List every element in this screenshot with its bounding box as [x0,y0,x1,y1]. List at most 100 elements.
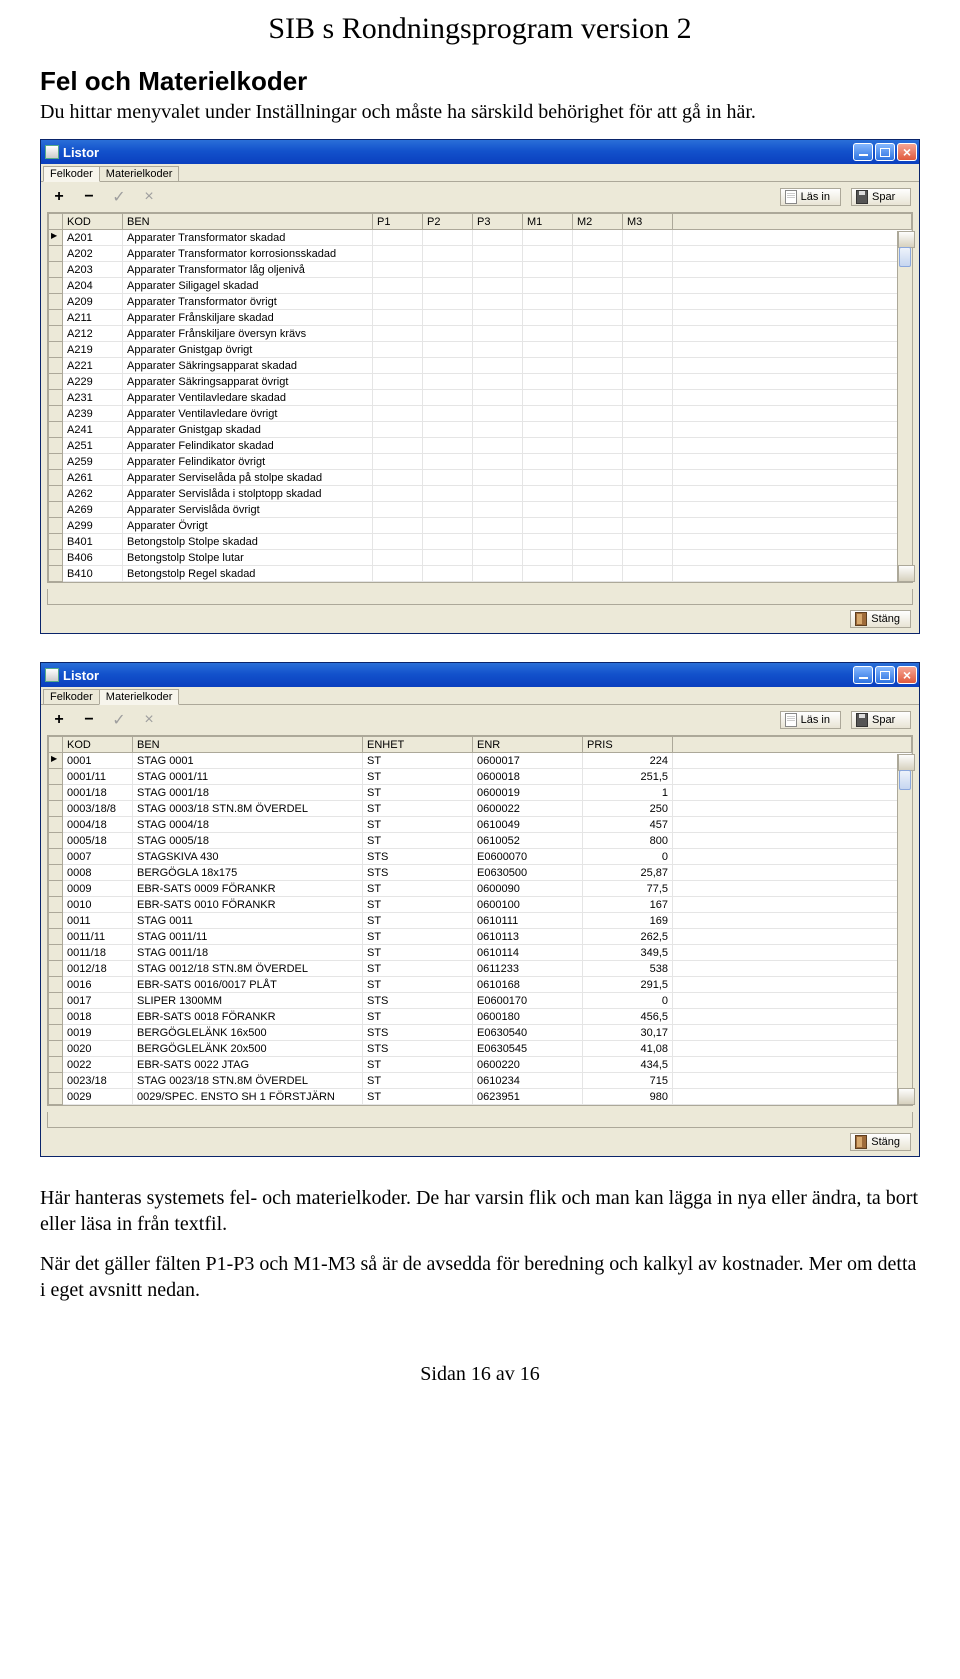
column-header[interactable]: M1 [523,214,573,230]
table-row[interactable]: A269Apparater Servislåda övrigt [49,502,912,518]
table-row[interactable]: 0022EBR-SATS 0022 JTAGST0600220434,5 [49,1057,912,1073]
table-row[interactable]: A201Apparater Transformator skadad [49,230,912,246]
table-row[interactable]: A203Apparater Transformator låg oljenivå [49,262,912,278]
table-row[interactable]: B401Betongstolp Stolpe skadad [49,534,912,550]
column-header[interactable]: M3 [623,214,673,230]
table-row[interactable]: 0003/18/8STAG 0003/18 STN.8M ÖVERDELST06… [49,801,912,817]
cell: A201 [63,230,123,246]
materielkoder-grid[interactable]: KODBENENHETENRPRIS0001STAG 0001ST0600017… [47,735,913,1106]
cell [623,470,673,486]
table-row[interactable]: A299Apparater Övrigt [49,518,912,534]
column-header[interactable]: P1 [373,214,423,230]
table-row[interactable]: A229Apparater Säkringsapparat övrigt [49,374,912,390]
table-row[interactable]: A209Apparater Transformator övrigt [49,294,912,310]
table-row[interactable]: 0004/18STAG 0004/18ST0610049457 [49,817,912,833]
table-row[interactable]: A259Apparater Felindikator övrigt [49,454,912,470]
table-row[interactable]: 0023/18STAG 0023/18 STN.8M ÖVERDELST0610… [49,1073,912,1089]
cell: 456,5 [583,1009,673,1025]
cell [423,310,473,326]
column-header[interactable]: P2 [423,214,473,230]
table-row[interactable]: 0016EBR-SATS 0016/0017 PLÅTST0610168291,… [49,977,912,993]
maximize-button[interactable] [875,143,895,161]
confirm-button[interactable] [109,187,129,207]
table-row[interactable]: 0010EBR-SATS 0010 FÖRANKRST0600100167 [49,897,912,913]
table-row[interactable]: A202Apparater Transformator korrosionssk… [49,246,912,262]
cell [423,358,473,374]
cell: A212 [63,326,123,342]
table-row[interactable]: 00290029/SPEC. ENSTO SH 1 FÖRSTJÄRNST062… [49,1089,912,1105]
table-row[interactable]: 0018EBR-SATS 0018 FÖRANKRST0600180456,5 [49,1009,912,1025]
table-row[interactable]: 0009EBR-SATS 0009 FÖRANKRST060009077,5 [49,881,912,897]
table-row[interactable]: 0019BERGÖGLELÄNK 16x500STSE063054030,17 [49,1025,912,1041]
minimize-button[interactable] [853,666,873,684]
cancel-button[interactable] [139,710,159,730]
table-row[interactable]: B406Betongstolp Stolpe lutar [49,550,912,566]
table-row[interactable]: 0017SLIPER 1300MMSTSE06001700 [49,993,912,1009]
column-header[interactable]: M2 [573,214,623,230]
close-window-button[interactable]: Stäng [850,1133,911,1151]
table-row[interactable]: A261Apparater Serviselåda på stolpe skad… [49,470,912,486]
remove-button[interactable] [79,187,99,207]
table-row[interactable]: 0011/18STAG 0011/18ST0610114349,5 [49,945,912,961]
table-row[interactable]: 0001STAG 0001ST0600017224 [49,753,912,769]
cell: Apparater Säkringsapparat övrigt [123,374,373,390]
maximize-button[interactable] [875,666,895,684]
table-row[interactable]: B410Betongstolp Regel skadad [49,566,912,582]
table-row[interactable]: A204Apparater Siligagel skadad [49,278,912,294]
cell [523,486,573,502]
cell [623,406,673,422]
table-row[interactable]: 0020BERGÖGLELÄNK 20x500STSE063054541,08 [49,1041,912,1057]
column-header[interactable]: KOD [63,214,123,230]
table-row[interactable]: 0007STAGSKIVA 430STSE06000700 [49,849,912,865]
tab-felkoder[interactable]: Felkoder [43,166,100,182]
cell: 0017 [63,993,133,1009]
vertical-scrollbar[interactable] [897,231,912,582]
table-row[interactable]: 0005/18STAG 0005/18ST0610052800 [49,833,912,849]
table-row[interactable]: 0001/18STAG 0001/18ST06000191 [49,785,912,801]
read-button[interactable]: Läs in [780,711,841,729]
table-row[interactable]: A239Apparater Ventilavledare övrigt [49,406,912,422]
table-row[interactable]: 0011STAG 0011ST0610111169 [49,913,912,929]
table-row[interactable]: 0008BERGÖGLA 18x175STSE063050025,87 [49,865,912,881]
table-row[interactable]: A211Apparater Frånskiljare skadad [49,310,912,326]
table-row[interactable]: 0011/11STAG 0011/11ST0610113262,5 [49,929,912,945]
titlebar[interactable]: Listor [41,140,919,164]
add-button[interactable] [49,187,69,207]
column-header[interactable]: ENR [473,737,583,753]
tab-materielkoder[interactable]: Materielkoder [99,166,180,181]
cell: 251,5 [583,769,673,785]
column-header[interactable]: ENHET [363,737,473,753]
cancel-button[interactable] [139,187,159,207]
table-row[interactable]: A262Apparater Servislåda i stolptopp ska… [49,486,912,502]
table-row[interactable]: A212Apparater Frånskiljare översyn krävs [49,326,912,342]
cell: 0623951 [473,1089,583,1105]
save-button[interactable]: Spar [851,711,911,729]
felkoder-grid[interactable]: KODBENP1P2P3M1M2M3A201Apparater Transfor… [47,212,913,583]
table-row[interactable]: 0012/18STAG 0012/18 STN.8M ÖVERDELST0611… [49,961,912,977]
tab-felkoder[interactable]: Felkoder [43,689,100,704]
close-button[interactable] [897,143,917,161]
grid-footer-bar [47,589,913,605]
add-button[interactable] [49,710,69,730]
save-button[interactable]: Spar [851,188,911,206]
table-row[interactable]: A251Apparater Felindikator skadad [49,438,912,454]
table-row[interactable]: A231Apparater Ventilavledare skadad [49,390,912,406]
column-header[interactable]: PRIS [583,737,673,753]
table-row[interactable]: 0001/11STAG 0001/11ST0600018251,5 [49,769,912,785]
vertical-scrollbar[interactable] [897,754,912,1105]
tab-materielkoder[interactable]: Materielkoder [99,689,180,705]
close-button[interactable] [897,666,917,684]
column-header[interactable]: BEN [123,214,373,230]
table-row[interactable]: A219Apparater Gnistgap övrigt [49,342,912,358]
table-row[interactable]: A241Apparater Gnistgap skadad [49,422,912,438]
column-header[interactable]: KOD [63,737,133,753]
column-header[interactable]: P3 [473,214,523,230]
close-window-button[interactable]: Stäng [850,610,911,628]
remove-button[interactable] [79,710,99,730]
confirm-button[interactable] [109,710,129,730]
table-row[interactable]: A221Apparater Säkringsapparat skadad [49,358,912,374]
column-header[interactable]: BEN [133,737,363,753]
read-button[interactable]: Läs in [780,188,841,206]
titlebar[interactable]: Listor [41,663,919,687]
minimize-button[interactable] [853,143,873,161]
